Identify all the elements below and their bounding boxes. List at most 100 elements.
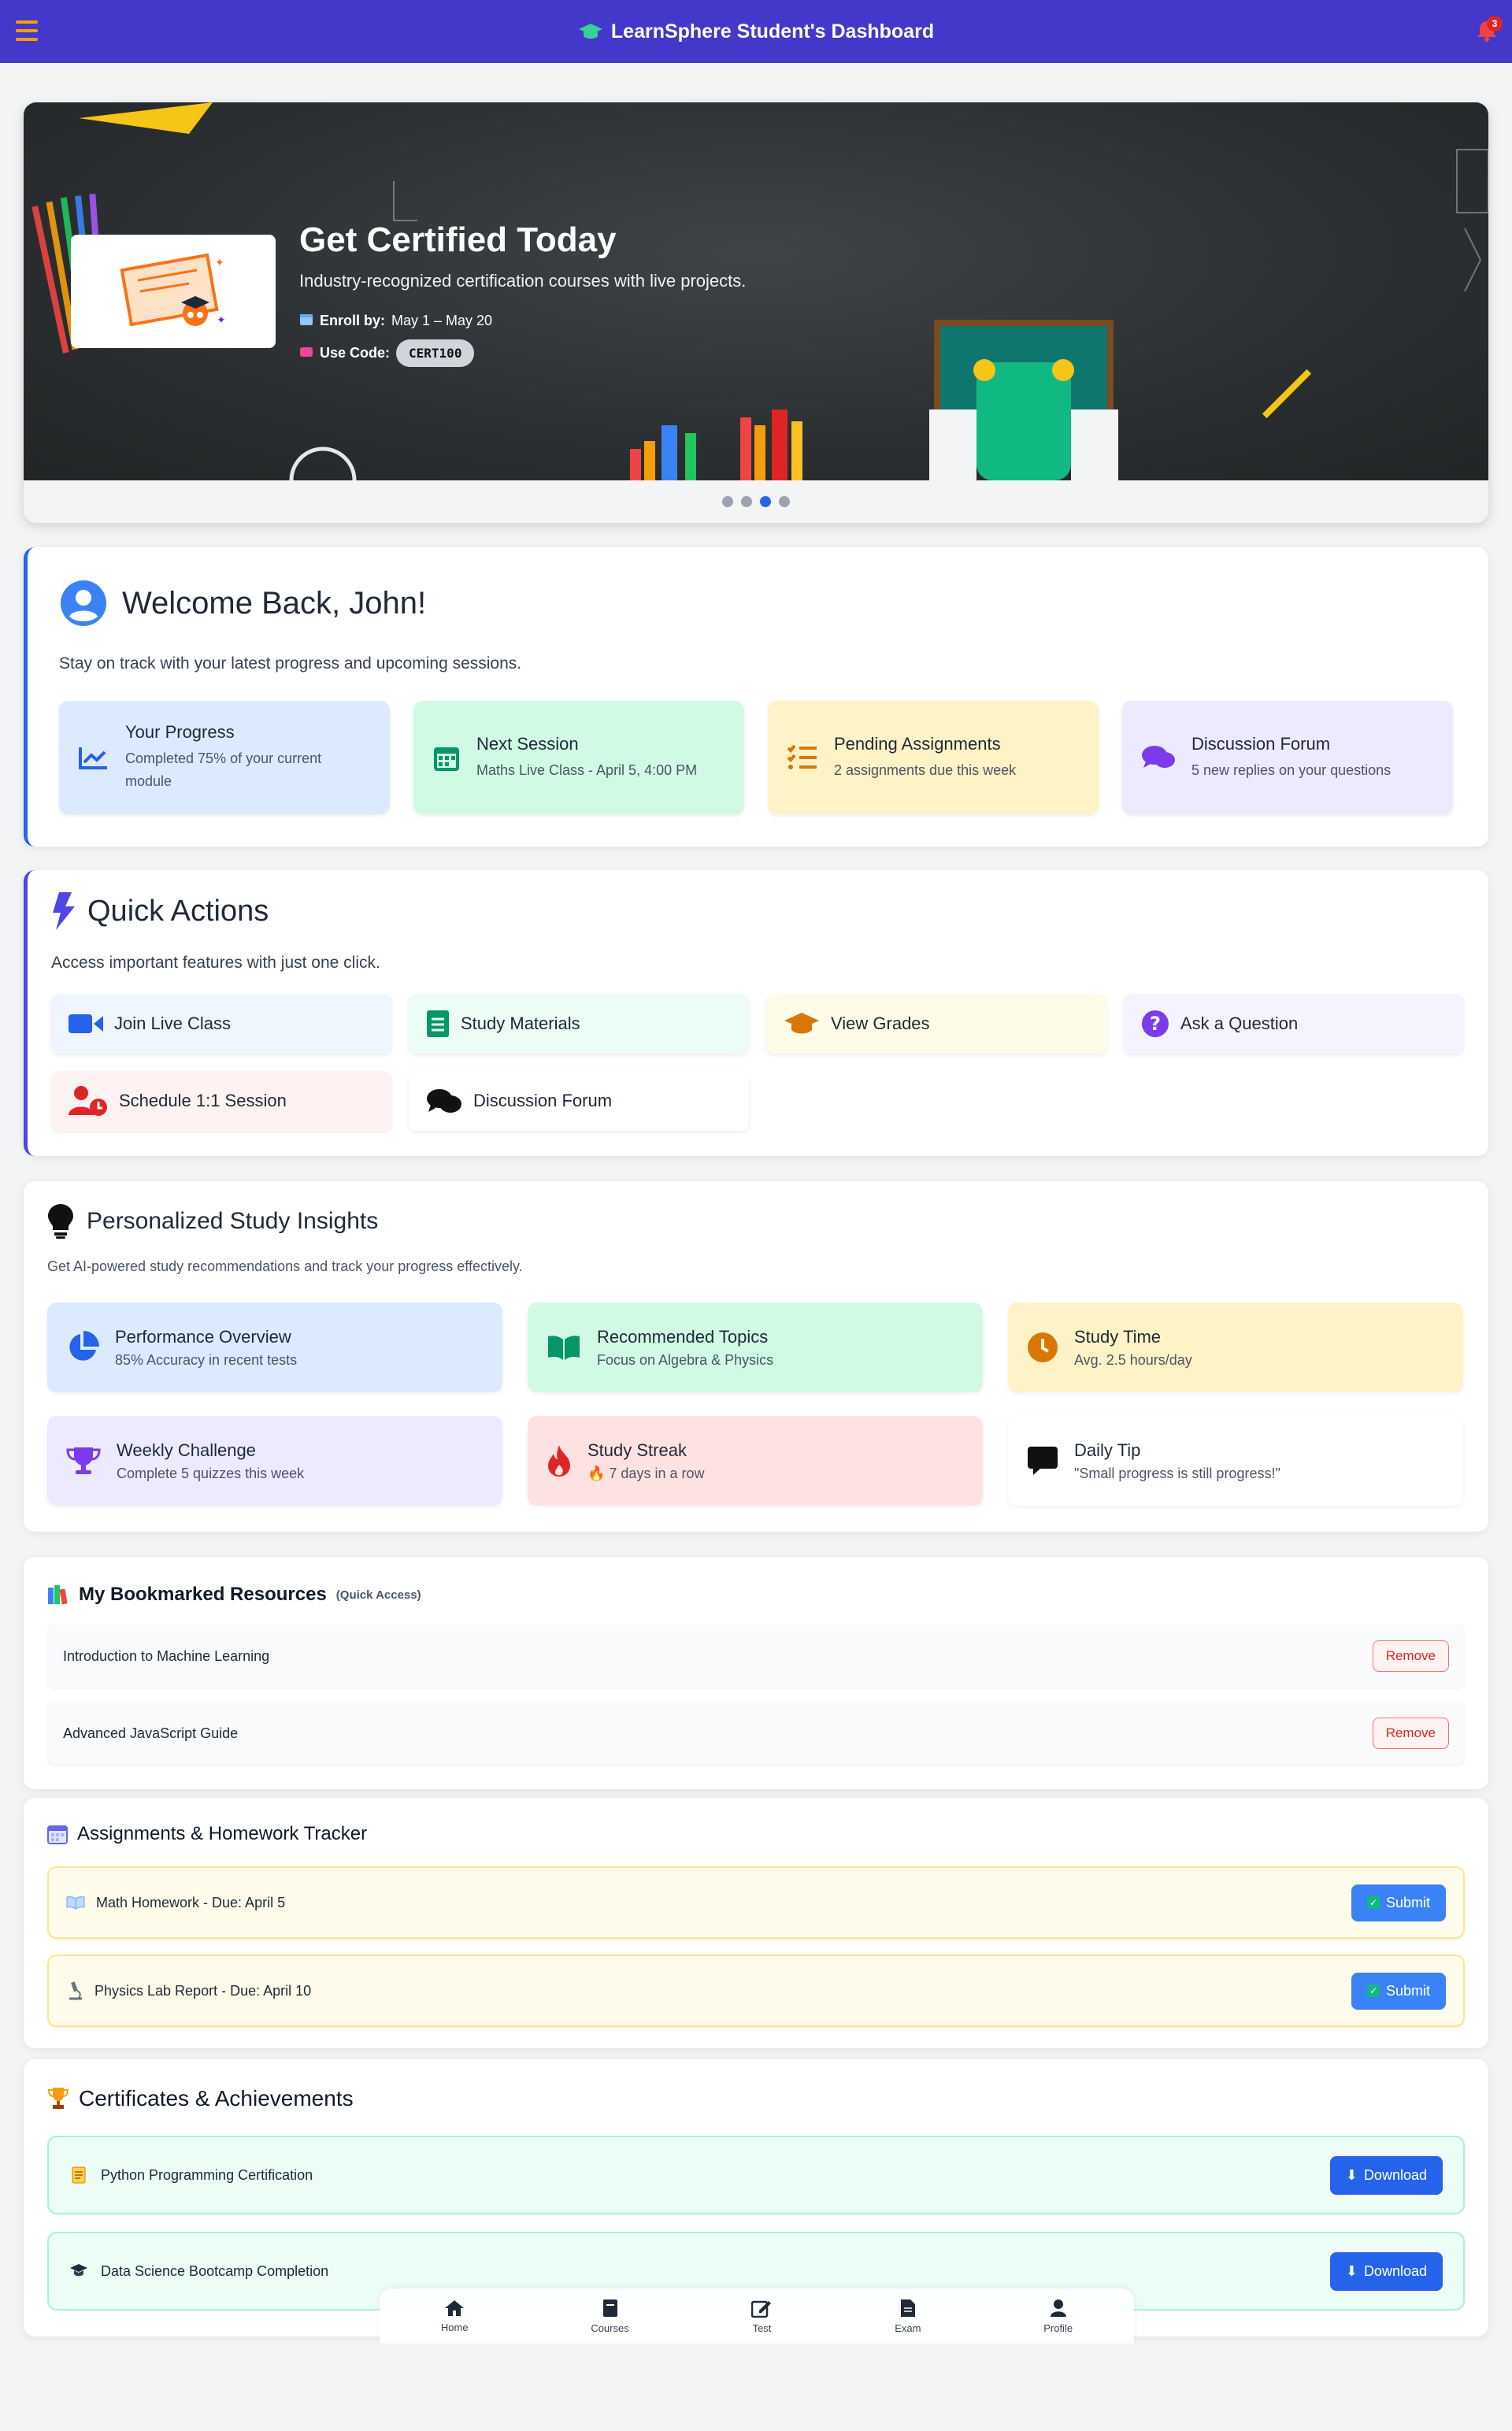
nav-exam[interactable]: Exam (895, 2299, 921, 2334)
download-icon: ⬇ (1345, 2262, 1358, 2279)
comments-icon (1142, 746, 1175, 768)
study-materials-button[interactable]: Study Materials (409, 994, 749, 1054)
bookmark-item[interactable]: Advanced JavaScript Guide Remove (47, 1702, 1465, 1765)
discussion-forum-tile[interactable]: Discussion Forum 5 new replies on your qu… (1122, 701, 1453, 814)
download-icon: ⬇ (1345, 2166, 1358, 2183)
study-insights-card: Personalized Study Insights Get AI-power… (24, 1181, 1488, 1532)
graduation-cap-icon (784, 1013, 819, 1034)
graduation-cap-icon (578, 24, 602, 39)
scroll-icon (72, 2166, 86, 2184)
trophy-icon (47, 2088, 69, 2109)
certificate-label: Python Programming Certification (101, 2166, 313, 2183)
nav-courses[interactable]: Courses (591, 2299, 629, 2334)
book-icon (427, 1010, 449, 1037)
quick-actions-grid: Join Live Class Study Materials View Gra… (51, 994, 1464, 1131)
assignment-item: Physics Lab Report - Due: April 10 ✓ Subm… (47, 1955, 1465, 2027)
assignment-label: Physics Lab Report - Due: April 10 (94, 1982, 312, 1999)
ask-question-button[interactable]: ? Ask a Question (1124, 994, 1464, 1054)
trophy-icon (66, 1447, 101, 1474)
nav-test[interactable]: Test (751, 2299, 772, 2334)
daily-tip-tile[interactable]: Daily Tip "Small progress is still progre… (1008, 1416, 1463, 1506)
comments-icon (427, 1089, 461, 1113)
calendar-icon (434, 747, 459, 771)
quick-actions-title: Quick Actions (87, 894, 269, 928)
remove-bookmark-button[interactable]: Remove (1372, 1640, 1449, 1672)
welcome-subtitle: Stay on track with your latest progress … (59, 654, 522, 673)
book-emoji-icon (66, 1896, 85, 1910)
svg-text:?: ? (1150, 1013, 1161, 1035)
nav-home[interactable]: Home (441, 2299, 469, 2333)
comment-icon (1028, 1447, 1058, 1475)
clock-icon (1028, 1332, 1058, 1362)
tile-title: Pending Assignments (834, 733, 1001, 754)
weekly-challenge-tile[interactable]: Weekly Challenge Complete 5 quizzes this … (47, 1416, 502, 1506)
performance-overview-tile[interactable]: Performance Overview 85% Accuracy in rece… (47, 1303, 502, 1392)
enroll-label: Enroll by: (320, 313, 386, 328)
progress-tile[interactable]: Your Progress Completed 75% of your curre… (59, 701, 390, 814)
tile-desc: 5 new replies on your questions (1191, 762, 1392, 778)
bolt-icon (53, 892, 75, 930)
menu-icon[interactable] (16, 20, 38, 41)
carousel-dot-active[interactable] (760, 496, 771, 507)
code-label: Use Code: (320, 345, 391, 361)
user-clock-icon (69, 1086, 107, 1116)
svg-text:✦: ✦ (217, 313, 226, 326)
hero-title: Get Certified Today (299, 220, 617, 259)
submit-button[interactable]: ✓ Submit (1351, 1884, 1446, 1921)
insights-grid: Performance Overview 85% Accuracy in rece… (47, 1303, 1463, 1506)
assignments-header: Assignments & Homework Tracker (47, 1823, 367, 1845)
certificates-header: Certificates & Achievements (47, 2086, 354, 2111)
microscope-icon (69, 1981, 82, 2000)
file-icon (900, 2299, 915, 2317)
bookmark-title: Advanced JavaScript Guide (63, 1725, 239, 1741)
promo-code[interactable]: CERT100 (396, 339, 475, 367)
pie-chart-icon (69, 1331, 99, 1361)
study-streak-tile[interactable]: Study Streak 🔥 7 days in a row (528, 1416, 983, 1506)
bookmarks-header: My Bookmarked Resources (Quick Access) (47, 1584, 421, 1606)
schedule-session-button[interactable]: Schedule 1:1 Session (51, 1071, 391, 1131)
open-book-icon (548, 1336, 580, 1360)
user-circle-icon (61, 580, 106, 626)
check-icon: ✓ (1366, 1984, 1380, 1997)
view-grades-button[interactable]: View Grades (766, 994, 1106, 1054)
recommended-topics-tile[interactable]: Recommended Topics Focus on Algebra & Phy… (528, 1303, 983, 1392)
carousel-dot[interactable] (741, 496, 752, 507)
carousel-dot[interactable] (722, 496, 733, 507)
bookmark-item[interactable]: Introduction to Machine Learning Remove (47, 1625, 1465, 1688)
hero-carousel[interactable]: ✦ ✦ Get Certified Today Industry-recogni… (24, 102, 1488, 523)
tile-title: Discussion Forum (1191, 733, 1331, 754)
chart-line-icon (79, 747, 107, 769)
bottom-navigation: Home Courses Test Exam Profile (380, 2288, 1134, 2344)
remove-bookmark-button[interactable]: Remove (1372, 1718, 1449, 1749)
download-button[interactable]: ⬇ Download (1329, 2155, 1443, 2195)
calendar-icon (299, 312, 313, 330)
assignment-item: Math Homework - Due: April 5 ✓ Submit (47, 1866, 1465, 1939)
grad-cap-emoji-icon (70, 2264, 87, 2277)
welcome-title: Welcome Back, John! (122, 585, 427, 621)
certificate-label: Data Science Bootcamp Completion (101, 2262, 329, 2279)
tile-desc: Maths Live Class - April 5, 4:00 PM (476, 762, 698, 778)
notification-bell-icon[interactable]: 3 (1476, 16, 1503, 43)
edit-icon (751, 2300, 772, 2318)
study-time-tile[interactable]: Study Time Avg. 2.5 hours/day (1008, 1303, 1463, 1392)
discussion-forum-button[interactable]: Discussion Forum (409, 1071, 749, 1131)
enroll-dates: May 1 – May 20 (391, 313, 493, 328)
bookmarks-card: My Bookmarked Resources (Quick Access) I… (24, 1557, 1488, 1789)
next-session-tile[interactable]: Next Session Maths Live Class - April 5, … (413, 701, 744, 814)
nav-profile[interactable]: Profile (1043, 2299, 1073, 2334)
pending-assignments-tile[interactable]: Pending Assignments 2 assignments due thi… (768, 701, 1099, 814)
task-list-icon (787, 744, 817, 769)
carousel-dot[interactable] (779, 496, 790, 507)
quick-actions-subtitle: Access important features with just one … (51, 954, 380, 972)
bookmarks-tag: (Quick Access) (335, 1588, 421, 1602)
tile-title: Next Session (476, 733, 579, 754)
join-live-class-button[interactable]: Join Live Class (51, 994, 391, 1054)
user-icon (1050, 2299, 1066, 2317)
download-button[interactable]: ⬇ Download (1329, 2251, 1443, 2291)
check-icon: ✓ (1366, 1896, 1380, 1909)
book-icon (602, 2299, 617, 2317)
submit-button[interactable]: ✓ Submit (1351, 1972, 1446, 2010)
certificate-item: Python Programming Certification ⬇ Downlo… (47, 2136, 1465, 2214)
tile-desc: Completed 75% of your current module (125, 750, 322, 789)
svg-text:✦: ✦ (215, 256, 224, 269)
